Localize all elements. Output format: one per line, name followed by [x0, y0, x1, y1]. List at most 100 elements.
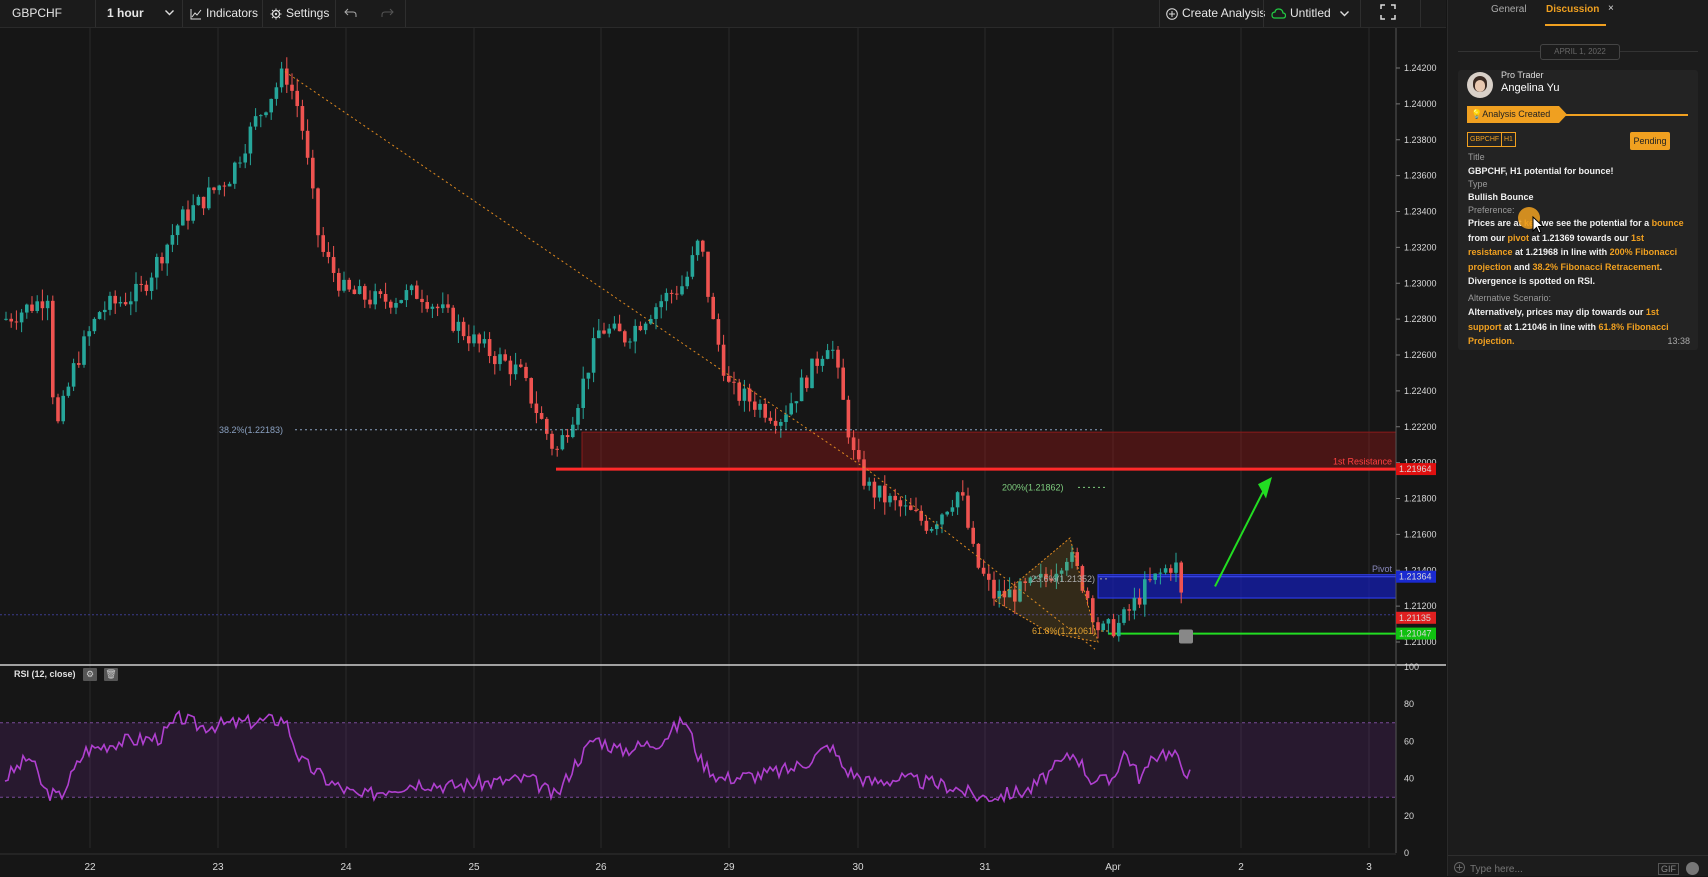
- rsi-delete-button[interactable]: 🗑: [104, 668, 118, 681]
- candle: [87, 331, 91, 337]
- settings-button[interactable]: Settings: [270, 0, 329, 27]
- candle: [680, 286, 684, 295]
- resistance-label: 1st Resistance: [1333, 456, 1392, 466]
- close-icon[interactable]: ×: [1608, 3, 1614, 14]
- candle: [508, 360, 513, 375]
- chart-area[interactable]: 38.2%(1.22183) 200%(1.21862) 23.6%(1.21352…: [0, 28, 1446, 876]
- candle: [872, 481, 877, 498]
- price-tick-label: 1.23000: [1404, 278, 1437, 288]
- undo-icon: [344, 8, 357, 17]
- fullscreen-button[interactable]: [1380, 0, 1396, 27]
- timeframe-label: 1 hour: [107, 6, 144, 20]
- resistance-zone: [581, 431, 1397, 469]
- price-tick-label: 1.22800: [1404, 314, 1437, 324]
- candle: [695, 240, 700, 256]
- candle: [727, 375, 731, 382]
- candle: [19, 312, 24, 323]
- timeframe-selector[interactable]: 1 hour: [107, 0, 177, 27]
- rsi-settings-button[interactable]: ⚙: [83, 668, 97, 681]
- date-label: 24: [340, 862, 352, 873]
- add-icon: [1454, 862, 1465, 873]
- candle: [675, 293, 679, 295]
- candle: [794, 401, 799, 404]
- candle: [217, 185, 221, 191]
- settings-label: Settings: [286, 6, 330, 20]
- cloud-icon: [1271, 8, 1286, 19]
- date-label: 2: [1238, 862, 1244, 873]
- workspace-selector[interactable]: Untitled: [1271, 0, 1350, 27]
- candle: [555, 448, 559, 450]
- redo-icon: [381, 8, 394, 17]
- candle: [1132, 597, 1137, 611]
- candle: [40, 301, 45, 309]
- chart-zones: [556, 431, 1397, 635]
- indicators-button[interactable]: Indicators: [190, 0, 258, 27]
- candle: [477, 334, 481, 344]
- candle: [30, 304, 34, 311]
- gif-button[interactable]: GIF: [1658, 863, 1679, 875]
- symbol-label: GBPCHF: [12, 6, 63, 20]
- emoji-icon[interactable]: [1686, 862, 1699, 875]
- candle: [160, 256, 164, 264]
- toolbar-divider: [335, 0, 336, 27]
- candle: [290, 84, 294, 91]
- gear-icon: [270, 8, 282, 20]
- author-role: Pro Trader: [1501, 70, 1544, 80]
- candle: [404, 290, 409, 301]
- candle: [628, 341, 632, 343]
- price-chart[interactable]: 38.2%(1.22183) 200%(1.21862) 23.6%(1.21352…: [0, 28, 1446, 876]
- pivot-zone: [1097, 574, 1397, 599]
- candle: [368, 299, 372, 305]
- tab-discussion[interactable]: Discussion: [1546, 4, 1599, 15]
- candle: [836, 349, 840, 368]
- candle: [493, 356, 497, 365]
- toolbar-divider: [95, 0, 96, 27]
- chevron-down-icon: [165, 10, 174, 16]
- candle: [337, 272, 341, 291]
- candle: [248, 126, 253, 154]
- author-name: Angelina Yu: [1501, 82, 1560, 94]
- chevron-down-icon: [1340, 10, 1350, 17]
- candle: [45, 300, 50, 309]
- candle: [25, 304, 29, 313]
- candle: [82, 336, 86, 365]
- symbol-selector[interactable]: GBPCHF: [12, 0, 62, 27]
- price-tag-label: 1.21135: [1399, 613, 1431, 623]
- candle: [1158, 572, 1163, 574]
- candle: [877, 485, 882, 498]
- candle: [321, 235, 325, 252]
- candle: [784, 414, 788, 423]
- candle: [61, 395, 65, 422]
- candle: [56, 397, 60, 422]
- pivot-label: Pivot: [1372, 564, 1393, 574]
- candle: [181, 209, 185, 226]
- candle: [1148, 579, 1152, 581]
- candle: [191, 205, 195, 221]
- candle: [945, 511, 949, 515]
- candle: [581, 378, 585, 408]
- fullscreen-icon: [1380, 4, 1396, 20]
- candle: [711, 296, 715, 320]
- rsi-tick-label: 100: [1404, 662, 1419, 672]
- undo-button[interactable]: [344, 0, 358, 27]
- redo-button[interactable]: [380, 0, 394, 27]
- candle: [1106, 619, 1111, 624]
- candle: [747, 388, 752, 402]
- candle: [550, 433, 554, 449]
- message-input[interactable]: [1468, 861, 1642, 877]
- candle: [77, 363, 81, 365]
- price-tick-label: 1.22600: [1404, 350, 1437, 360]
- toolbar-divider: [1360, 0, 1361, 27]
- fib-label: 200%(1.21862): [1002, 482, 1064, 492]
- tab-general[interactable]: General: [1491, 4, 1527, 15]
- rsi-tick-label: 20: [1404, 811, 1414, 821]
- create-analysis-button[interactable]: Create Analysis: [1166, 0, 1265, 27]
- candle: [233, 162, 237, 184]
- price-tick-label: 1.22200: [1404, 422, 1437, 432]
- candle: [409, 285, 414, 291]
- candle: [415, 285, 419, 299]
- candle: [399, 300, 403, 303]
- candle: [352, 289, 357, 295]
- candle: [529, 378, 533, 404]
- candle: [222, 185, 227, 187]
